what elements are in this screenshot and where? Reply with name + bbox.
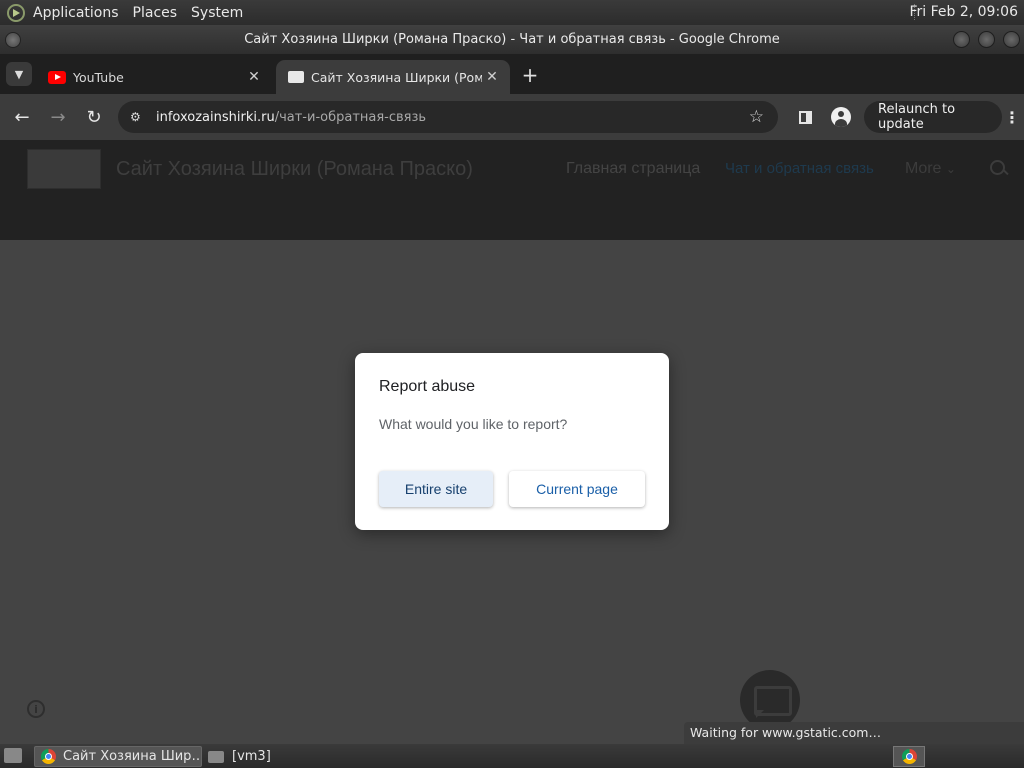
- profile-icon: [831, 107, 851, 127]
- chevron-down-icon: ▼: [14, 67, 24, 81]
- nav-more-menu[interactable]: More ⌄: [905, 160, 956, 178]
- site-info-icon[interactable]: ⚙: [130, 110, 146, 124]
- tab-youtube[interactable]: YouTube ✕: [36, 60, 272, 94]
- search-icon[interactable]: [988, 158, 1010, 180]
- nav-home-link[interactable]: Главная страница: [566, 160, 700, 178]
- side-panel-icon: [798, 110, 812, 124]
- dialog-title: Report abuse: [379, 378, 476, 395]
- chrome-icon: [41, 749, 56, 764]
- plus-icon: +: [521, 63, 539, 87]
- site-favicon: [288, 71, 304, 83]
- tab-site[interactable]: Сайт Хозяина Ширки (Романа Праско) ✕: [276, 60, 510, 94]
- reload-button[interactable]: ↻: [82, 105, 106, 129]
- close-tab-icon[interactable]: ✕: [244, 69, 264, 85]
- arrow-right-icon: →: [50, 106, 66, 128]
- folder-icon: [208, 750, 224, 763]
- chrome-icon: [901, 749, 917, 764]
- site-header: Сайт Хозяина Ширки (Романа Праско) Главн…: [0, 140, 1024, 240]
- tray-chrome-button[interactable]: [893, 746, 925, 767]
- side-panel-button[interactable]: [794, 106, 816, 128]
- top-panel: Applications Places System Fri Feb 2, 09…: [0, 0, 1024, 25]
- chevron-down-icon: ⌄: [945, 162, 956, 176]
- taskbar-item-label: Сайт Хозяина Шир…: [63, 749, 201, 764]
- system-menu[interactable]: System: [191, 5, 243, 21]
- back-button[interactable]: ←: [10, 105, 34, 129]
- minimize-button[interactable]: [953, 31, 970, 48]
- site-logo[interactable]: [27, 149, 101, 189]
- gnome-logo-icon[interactable]: [7, 3, 25, 22]
- close-window-button[interactable]: [1003, 31, 1020, 48]
- maximize-button[interactable]: [978, 31, 995, 48]
- applications-menu[interactable]: Applications: [33, 5, 119, 21]
- tab-label: YouTube: [73, 69, 124, 85]
- youtube-icon: [48, 70, 66, 84]
- close-tab-icon[interactable]: ✕: [482, 69, 502, 85]
- clock[interactable]: Fri Feb 2, 09:06: [909, 4, 1018, 20]
- chat-bubble-icon[interactable]: [740, 670, 800, 730]
- show-desktop-icon[interactable]: [4, 748, 22, 763]
- new-tab-button[interactable]: +: [518, 63, 542, 87]
- profile-button[interactable]: [830, 106, 852, 128]
- tab-search-button[interactable]: ▼: [6, 62, 32, 86]
- arrow-left-icon: ←: [14, 106, 30, 128]
- places-menu[interactable]: Places: [133, 5, 178, 21]
- page-content: Сайт Хозяина Ширки (Романа Праско) Главн…: [0, 140, 1024, 744]
- forward-button[interactable]: →: [46, 105, 70, 129]
- more-menu-icon[interactable]: ⋮: [1004, 106, 1020, 128]
- tab-label: Сайт Хозяина Ширки (Романа Праско): [311, 69, 482, 85]
- tab-strip: ▼ YouTube ✕ Сайт Хозяина Ширки (Романа П…: [0, 54, 1024, 94]
- nav-more-label: More: [905, 160, 942, 177]
- status-bubble: Waiting for www.gstatic.com…: [684, 722, 1024, 744]
- window-titlebar[interactable]: Сайт Хозяина Ширки (Романа Праско) - Чат…: [0, 25, 1024, 54]
- info-icon[interactable]: i: [27, 700, 45, 718]
- browser-toolbar: ← → ↻ ⚙ infoxozainshirki.ru/чат-и-обратн…: [0, 94, 1024, 140]
- nav-chat-link[interactable]: Чат и обратная связь: [725, 160, 874, 177]
- url-path: /чат-и-обратная-связь: [274, 109, 427, 125]
- address-bar[interactable]: ⚙ infoxozainshirki.ru/чат-и-обратная-свя…: [118, 101, 778, 133]
- bottom-taskbar: Сайт Хозяина Шир… [vm3]: [0, 744, 1024, 768]
- entire-site-button[interactable]: Entire site: [379, 471, 493, 507]
- window-menu-icon[interactable]: [5, 32, 21, 48]
- site-title[interactable]: Сайт Хозяина Ширки (Романа Праско): [116, 158, 473, 181]
- reload-icon: ↻: [86, 106, 102, 128]
- dialog-question: What would you like to report?: [379, 416, 568, 432]
- taskbar-item-vm3[interactable]: [vm3]: [206, 746, 316, 767]
- current-page-button[interactable]: Current page: [509, 471, 645, 507]
- taskbar-item-label: [vm3]: [232, 749, 271, 764]
- taskbar-item-chrome[interactable]: Сайт Хозяина Шир…: [34, 746, 202, 767]
- bookmark-star-icon[interactable]: ☆: [749, 107, 764, 127]
- relaunch-to-update-button[interactable]: Relaunch to update: [864, 101, 1002, 133]
- window-title: Сайт Хозяина Ширки (Романа Праско) - Чат…: [244, 32, 780, 47]
- url-host: infoxozainshirki.ru: [156, 109, 275, 125]
- report-abuse-dialog: Report abuse What would you like to repo…: [355, 353, 669, 530]
